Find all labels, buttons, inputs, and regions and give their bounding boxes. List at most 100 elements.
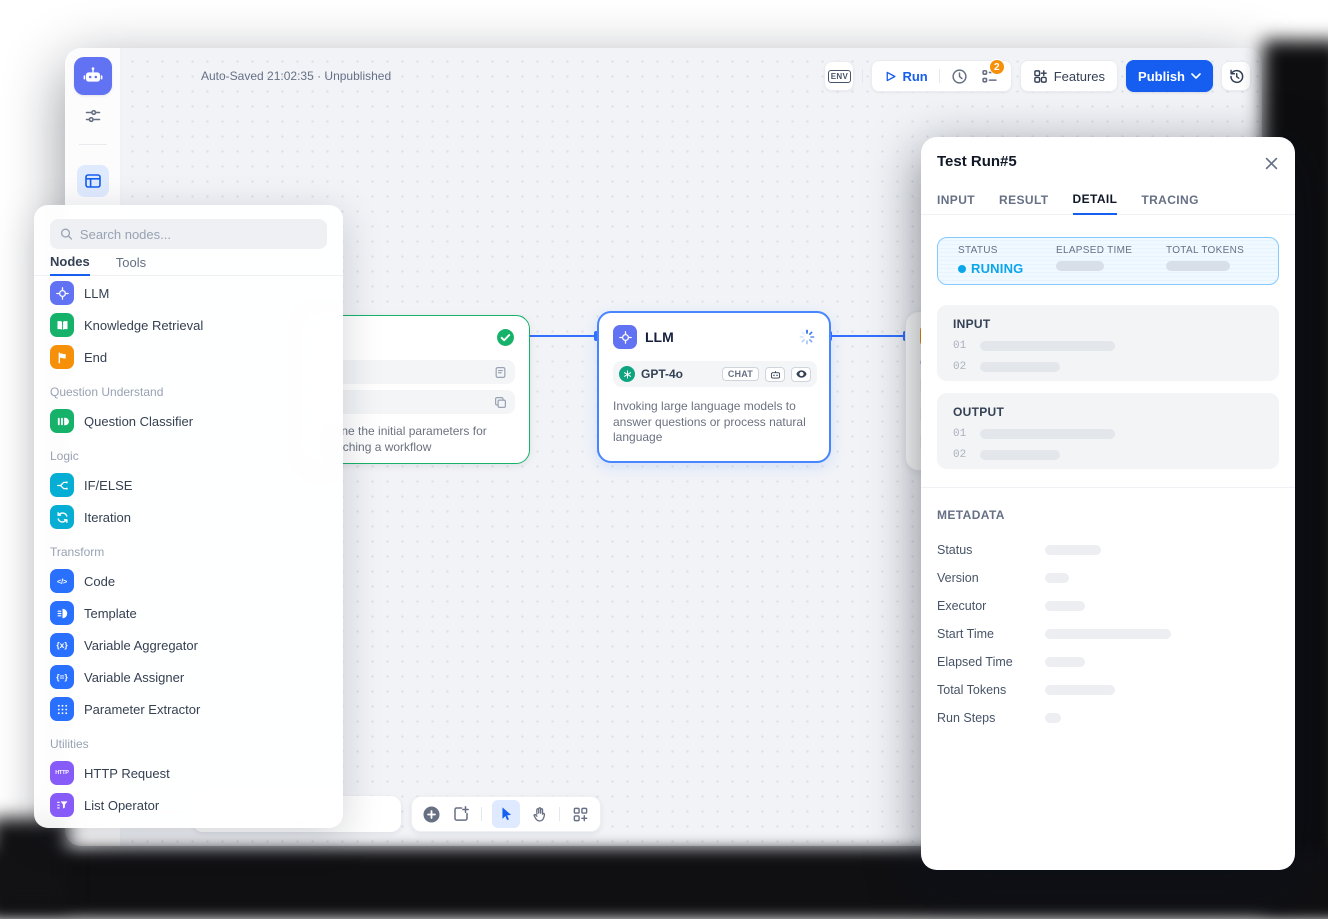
- input-card: INPUT 01 02: [937, 305, 1279, 381]
- app-logo[interactable]: [74, 57, 112, 95]
- model-selector[interactable]: GPT-4o CHAT: [613, 361, 817, 387]
- chat-mode-badge: CHAT: [722, 367, 759, 381]
- window-icon: [84, 172, 102, 190]
- autosave-status: Auto-Saved 21:02:35 · Unpublished: [201, 69, 391, 83]
- node-item-question-classifier[interactable]: Question Classifier: [34, 405, 343, 437]
- tab-detail[interactable]: DETAIL: [1073, 185, 1118, 215]
- input-card-title: INPUT: [953, 317, 1263, 331]
- panel-divider: [921, 487, 1295, 488]
- row-index: 02: [953, 361, 966, 373]
- hand-mode-icon[interactable]: [530, 804, 550, 824]
- model-name: GPT-4o: [641, 367, 716, 381]
- play-icon: [884, 70, 897, 83]
- success-check-icon: [496, 328, 515, 347]
- edge-llm-to-end: [831, 335, 907, 337]
- status-card: STATUS RUNING ELAPSED TIME TOTAL TOKENS: [937, 237, 1279, 285]
- add-node-icon[interactable]: [422, 804, 442, 824]
- node-item-llm[interactable]: LLM: [34, 277, 343, 309]
- node-item-knowledge-retrieval[interactable]: Knowledge Retrieval: [34, 309, 343, 341]
- section-header: Question Understand: [34, 379, 343, 405]
- variable-aggregator-icon: {x}: [50, 633, 74, 657]
- checklist-icon[interactable]: 2: [981, 67, 999, 85]
- run-button[interactable]: Run: [902, 69, 927, 84]
- node-item-list-operator[interactable]: List Operator: [34, 789, 343, 821]
- node-item-if-else[interactable]: IF/ELSE: [34, 469, 343, 501]
- row-index: 01: [953, 340, 966, 352]
- toolbar-divider: [481, 807, 482, 821]
- tab-input[interactable]: INPUT: [937, 185, 975, 214]
- section-header: Transform: [34, 539, 343, 565]
- value-skeleton: [1045, 573, 1069, 583]
- tokens-skeleton: [1166, 261, 1230, 271]
- value-skeleton: [1045, 545, 1101, 555]
- node-item-end[interactable]: End: [34, 341, 343, 373]
- value-skeleton: [1045, 601, 1085, 611]
- pointer-mode-button[interactable]: [492, 800, 519, 828]
- status-value: RUNING: [971, 261, 1023, 276]
- metadata-row: Executor: [937, 592, 1279, 620]
- env-button[interactable]: ENV: [824, 61, 854, 91]
- toolbar-divider: [862, 69, 863, 83]
- tab-tools[interactable]: Tools: [116, 249, 146, 275]
- tab-nodes[interactable]: Nodes: [50, 249, 90, 276]
- paragraph-copy-icon: [494, 396, 507, 409]
- workflow-view-button[interactable]: [77, 165, 109, 197]
- value-skeleton: [980, 362, 1060, 372]
- node-item-http-request[interactable]: HTTP HTTP Request: [34, 757, 343, 789]
- metadata-row: Run Steps: [937, 704, 1279, 732]
- text-field-icon: [494, 366, 507, 379]
- metadata-row: Total Tokens: [937, 676, 1279, 704]
- publish-button[interactable]: Publish: [1126, 60, 1213, 92]
- close-icon: [1265, 157, 1278, 170]
- list-operator-icon: [50, 793, 74, 817]
- total-tokens-label: TOTAL TOKENS: [1166, 245, 1274, 256]
- metadata-row: Status: [937, 536, 1279, 564]
- start-field-row[interactable]: [320, 360, 515, 384]
- close-button[interactable]: [1259, 151, 1283, 175]
- features-button[interactable]: Features: [1020, 60, 1118, 92]
- tab-result[interactable]: RESULT: [999, 185, 1049, 214]
- search-icon: [60, 227, 73, 241]
- search-box[interactable]: [50, 219, 327, 249]
- tab-tracing[interactable]: TRACING: [1141, 185, 1198, 214]
- node-item-parameter-extractor[interactable]: Parameter Extractor: [34, 693, 343, 725]
- llm-icon: [50, 281, 74, 305]
- node-list: LLM Knowledge Retrieval End Question Und…: [34, 277, 343, 821]
- section-header: Utilities: [34, 731, 343, 757]
- features-label: Features: [1054, 69, 1105, 84]
- search-input[interactable]: [80, 227, 317, 242]
- parameter-extractor-icon: [50, 697, 74, 721]
- organize-blocks-icon[interactable]: [570, 804, 590, 824]
- question-classifier-icon: [50, 409, 74, 433]
- llm-node-description: Invoking large language models to answer…: [613, 399, 813, 446]
- run-button-group: Run 2: [871, 60, 1011, 92]
- history-button[interactable]: [1221, 61, 1251, 91]
- node-item-template[interactable]: Template: [34, 597, 343, 629]
- toolbar-divider: [559, 807, 560, 821]
- metadata-rows: Status Version Executor Start Time Elaps…: [937, 536, 1279, 732]
- vision-eye-icon: [791, 367, 811, 382]
- output-card: OUTPUT 01 02: [937, 393, 1279, 469]
- start-field-row[interactable]: [320, 390, 515, 414]
- node-item-iteration[interactable]: Iteration: [34, 501, 343, 533]
- add-note-icon[interactable]: [452, 804, 472, 824]
- spinner-icon: [799, 329, 815, 345]
- chevron-down-icon: [1191, 73, 1201, 79]
- node-panel-tabs: Nodes Tools: [34, 249, 343, 276]
- metadata-row: Start Time: [937, 620, 1279, 648]
- node-item-code[interactable]: </> Code: [34, 565, 343, 597]
- canvas-toolbar: [411, 796, 601, 832]
- checkpoint-clock-icon[interactable]: [951, 67, 969, 85]
- value-skeleton: [980, 450, 1060, 460]
- http-request-icon: HTTP: [50, 761, 74, 785]
- node-item-variable-assigner[interactable]: {=} Variable Assigner: [34, 661, 343, 693]
- variable-assigner-icon: {=}: [50, 665, 74, 689]
- if-else-icon: [50, 473, 74, 497]
- llm-node[interactable]: LLM GPT-4o CHAT Invoking large language …: [597, 311, 831, 463]
- sliders-icon[interactable]: [82, 105, 104, 127]
- start-node-description: Define the initial parameters for: [320, 424, 487, 440]
- checklist-badge: 2: [989, 59, 1005, 75]
- node-item-variable-aggregator[interactable]: {x} Variable Aggregator: [34, 629, 343, 661]
- pointer-icon: [498, 806, 514, 822]
- metadata-row: Elapsed Time: [937, 648, 1279, 676]
